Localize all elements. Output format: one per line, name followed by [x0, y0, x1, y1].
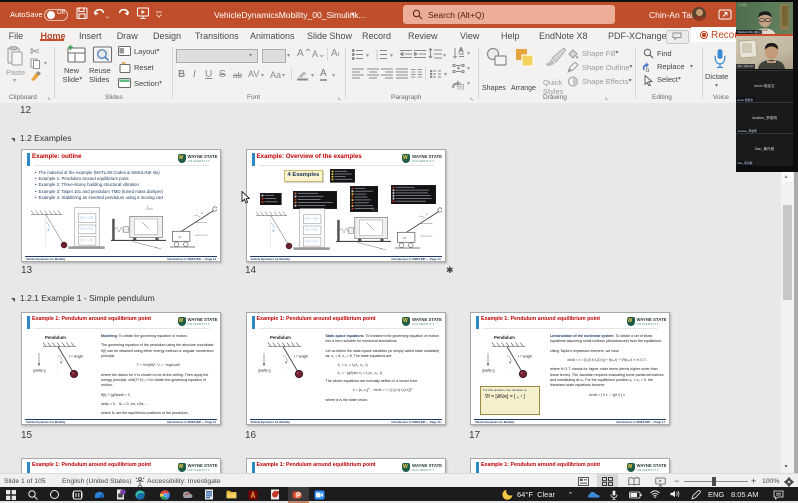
- svg-text:gravity g: gravity g: [258, 369, 271, 373]
- svg-text:θ: θ: [272, 229, 274, 233]
- svg-text:gravity g: gravity g: [482, 369, 495, 373]
- svg-text:P: P: [296, 492, 301, 499]
- svg-text:ℓ = length: ℓ = length: [294, 355, 308, 359]
- svg-text:θ: θ: [60, 361, 62, 365]
- svg-text:F: F: [372, 207, 374, 210]
- svg-text:φ: φ: [201, 212, 203, 215]
- svg-text:b: b: [646, 68, 650, 73]
- svg-text:ℓ = length: ℓ = length: [518, 355, 532, 359]
- svg-text:θ: θ: [48, 228, 50, 232]
- svg-text:gravity g: gravity g: [33, 369, 46, 373]
- svg-text:φ: φ: [426, 213, 428, 216]
- svg-text:A: A: [459, 48, 463, 54]
- svg-text:ℓ = length: ℓ = length: [69, 355, 83, 359]
- svg-text:θ: θ: [509, 361, 511, 365]
- svg-text:Pendulum: Pendulum: [270, 335, 291, 340]
- svg-text:3: 3: [376, 56, 379, 60]
- svg-text:Pendulum: Pendulum: [494, 335, 515, 340]
- svg-text:θ: θ: [285, 361, 287, 365]
- svg-text:F: F: [147, 206, 149, 209]
- svg-text:Pendulum: Pendulum: [45, 335, 66, 340]
